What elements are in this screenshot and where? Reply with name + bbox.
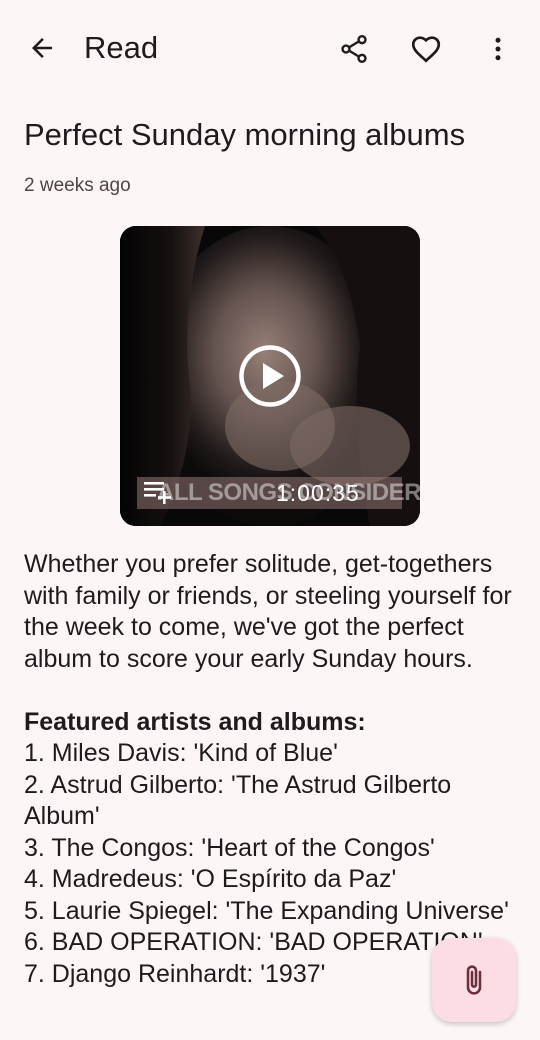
top-app-bar: Read	[0, 0, 540, 96]
more-options-button[interactable]	[474, 25, 522, 73]
back-button[interactable]	[18, 24, 66, 72]
playlist-add-icon[interactable]	[142, 479, 172, 505]
screen-title: Read	[84, 30, 159, 65]
featured-heading: Featured artists and albums:	[24, 707, 366, 736]
list-item: 1. Miles Davis: 'Kind of Blue'	[24, 739, 338, 767]
video-thumbnail[interactable]: ALL SONGS CONSIDERED 1:00:35	[120, 226, 420, 526]
arrow-back-icon	[32, 38, 52, 58]
play-circle-icon[interactable]	[238, 344, 302, 408]
more-vert-icon	[495, 37, 501, 61]
video-duration: 1:00:35	[276, 480, 360, 506]
share-icon	[341, 35, 367, 63]
heart-outline-icon	[411, 36, 441, 63]
article-intro: Whether you prefer solitude, get-togethe…	[24, 550, 512, 673]
article-title: Perfect Sunday morning albums	[24, 117, 466, 152]
article-body: Whether you prefer solitude, get-togethe…	[24, 549, 520, 990]
list-item: 4. Madredeus: 'O Espírito da Paz'	[24, 865, 397, 893]
attach-fab[interactable]	[432, 938, 516, 1022]
video-caption-bar: ALL SONGS CONSIDERED	[137, 477, 420, 509]
list-item: 2. Astrud Gilberto: 'The Astrud Gilberto…	[24, 770, 457, 831]
paperclip-icon	[466, 965, 482, 995]
share-button[interactable]	[330, 25, 378, 73]
list-item: 5. Laurie Spiegel: 'The Expanding Univer…	[24, 896, 509, 925]
favorite-button[interactable]	[402, 25, 450, 73]
list-item: 3. The Congos: 'Heart of the Congos'	[24, 833, 435, 862]
article-timestamp: 2 weeks ago	[24, 175, 131, 196]
